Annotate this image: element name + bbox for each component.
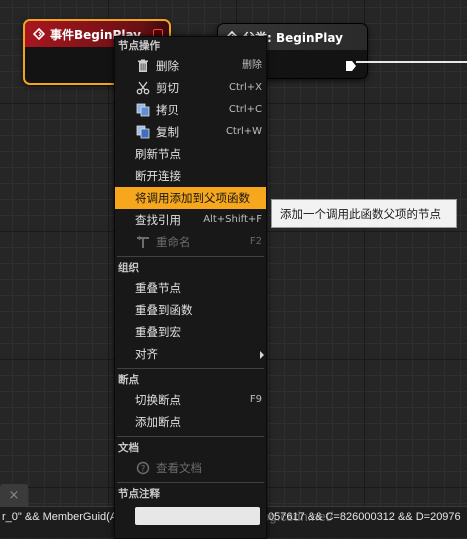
menu-item-view-documentation[interactable]: ? 查看文档 — [115, 457, 266, 479]
menu-item-label: 删除 — [156, 59, 179, 73]
menu-item-label: 重叠到函数 — [135, 303, 193, 317]
delete-icon — [135, 59, 151, 75]
menu-item-add-call-to-parent[interactable]: 将调用添加到父项函数 — [115, 187, 266, 209]
menu-item-copy[interactable]: 拷贝 Ctrl+C — [115, 99, 266, 121]
menu-separator — [117, 368, 264, 369]
menu-item-break-links[interactable]: 断开连接 — [115, 165, 266, 187]
menu-item-label: 复制 — [156, 125, 179, 139]
shortcut-toggle-breakpoint: F9 — [249, 394, 262, 405]
menu-item-delete[interactable]: 删除 删除 — [115, 55, 266, 77]
scissors-icon — [135, 81, 151, 97]
menu-item-duplicate[interactable]: 复制 Ctrl+W — [115, 121, 266, 143]
shortcut-delete: 删除 — [242, 60, 262, 71]
section-breakpoints: 断点 — [118, 374, 139, 386]
section-documentation: 文档 — [118, 442, 139, 454]
menu-item-label: 将调用添加到父项函数 — [135, 191, 250, 205]
menu-separator — [117, 256, 264, 257]
menu-item-label: 重命名 — [156, 235, 191, 249]
node-comment-input[interactable] — [135, 507, 260, 525]
node-context-menu: 节点操作 删除 删除 剪切 Ctrl+X 拷贝 Ctrl+C 复制 Ctrl+W… — [114, 36, 267, 539]
menu-item-label: 重叠节点 — [135, 281, 181, 295]
bottom-panel-tab[interactable]: × — [0, 484, 28, 506]
help-icon: ? — [135, 461, 151, 477]
menu-separator — [117, 482, 264, 483]
rename-icon — [135, 235, 151, 251]
exec-wire — [356, 61, 467, 63]
shortcut-rename: F2 — [249, 236, 262, 247]
section-node-actions: 节点操作 — [118, 40, 160, 52]
menu-tooltip: 添加一个调用此函数父项的节点 — [271, 199, 457, 228]
close-icon[interactable]: × — [9, 488, 20, 503]
menu-item-refresh-nodes[interactable]: 刷新节点 — [115, 143, 266, 165]
menu-item-label: 查看文档 — [156, 461, 202, 475]
shortcut-find-references: Alt+Shift+F — [203, 214, 262, 225]
menu-item-label: 剪切 — [156, 81, 179, 95]
svg-text:?: ? — [141, 465, 146, 475]
event-diamond-icon — [33, 28, 45, 40]
menu-item-label: 重叠到宏 — [135, 325, 181, 339]
shortcut-duplicate: Ctrl+W — [225, 126, 262, 137]
shortcut-cut: Ctrl+X — [228, 82, 262, 93]
menu-item-label: 断开连接 — [135, 169, 181, 183]
menu-item-label: 对齐 — [135, 347, 158, 361]
menu-item-collapse-to-function[interactable]: 重叠到函数 — [115, 299, 266, 321]
submenu-arrow-icon — [260, 351, 264, 359]
menu-separator — [117, 436, 264, 437]
menu-item-label: 查找引用 — [135, 213, 181, 227]
section-organization: 组织 — [118, 262, 139, 274]
menu-item-add-breakpoint[interactable]: 添加断点 — [115, 411, 266, 433]
menu-item-rename[interactable]: 重命名 F2 — [115, 231, 266, 253]
menu-item-cut[interactable]: 剪切 Ctrl+X — [115, 77, 266, 99]
shortcut-copy: Ctrl+C — [228, 104, 262, 115]
copy-icon — [135, 103, 151, 119]
duplicate-icon — [135, 125, 151, 141]
menu-item-label: 切换断点 — [135, 393, 181, 407]
menu-item-find-references[interactable]: 查找引用 Alt+Shift+F — [115, 209, 266, 231]
menu-item-toggle-breakpoint[interactable]: 切换断点 F9 — [115, 389, 266, 411]
menu-item-alignment[interactable]: 对齐 — [115, 343, 266, 365]
section-node-comment: 节点注释 — [118, 488, 160, 500]
menu-item-collapse-nodes[interactable]: 重叠节点 — [115, 277, 266, 299]
menu-item-label: 拷贝 — [156, 103, 179, 117]
menu-item-collapse-to-macro[interactable]: 重叠到宏 — [115, 321, 266, 343]
menu-item-label: 刷新节点 — [135, 147, 181, 161]
menu-item-label: 添加断点 — [135, 415, 181, 429]
status-text-left: r_0" && MemberGuid(A — [2, 511, 118, 523]
